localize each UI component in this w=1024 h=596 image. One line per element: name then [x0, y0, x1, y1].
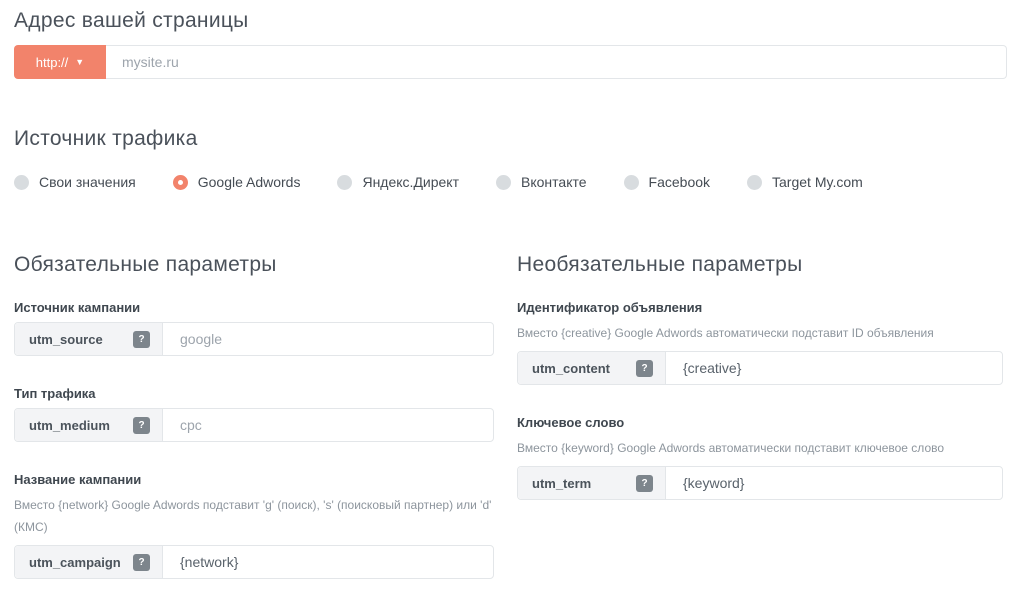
- radio-option-target-my-com[interactable]: Target My.com: [747, 174, 863, 190]
- help-icon[interactable]: ?: [133, 554, 150, 571]
- radio-option-custom-values[interactable]: Свои значения: [14, 174, 136, 190]
- field-hint: Вместо {creative} Google Adwords автомат…: [517, 322, 1003, 344]
- page-url-title: Адрес вашей страницы: [14, 8, 1007, 33]
- radio-icon[interactable]: [747, 175, 762, 190]
- radio-option-yandex-direct[interactable]: Яндекс.Директ: [337, 174, 459, 190]
- radio-icon[interactable]: [624, 175, 639, 190]
- url-input-group: http:// ▼: [14, 45, 1007, 79]
- protocol-dropdown-button[interactable]: http:// ▼: [14, 45, 106, 79]
- utm-term-input[interactable]: [666, 467, 1002, 499]
- param-name: utm_campaign: [29, 555, 121, 570]
- field-utm-medium: Тип трафика utm_medium ?: [14, 386, 494, 442]
- param-box: utm_source ?: [15, 323, 163, 355]
- param-box: utm_medium ?: [15, 409, 163, 441]
- parameters-columns: Обязательные параметры Источник кампании…: [14, 252, 1007, 579]
- traffic-source-options: Свои значения Google Adwords Яндекс.Дире…: [14, 174, 1007, 190]
- radio-label: Target My.com: [772, 174, 863, 190]
- param-box: utm_term ?: [518, 467, 666, 499]
- utm-medium-input[interactable]: [163, 409, 493, 441]
- param-name: utm_content: [532, 361, 610, 376]
- radio-icon[interactable]: [173, 175, 188, 190]
- utm-builder-page: Адрес вашей страницы http:// ▼ Источник …: [0, 0, 1024, 579]
- field-utm-campaign: Название кампании Вместо {network} Googl…: [14, 472, 494, 579]
- field-utm-source: Источник кампании utm_source ?: [14, 300, 494, 356]
- radio-label: Facebook: [649, 174, 710, 190]
- utm-content-input[interactable]: [666, 352, 1002, 384]
- site-url-input[interactable]: [106, 45, 1007, 79]
- traffic-source-title: Источник трафика: [14, 126, 1007, 151]
- field-label: Идентификатор объявления: [517, 300, 1003, 315]
- field-hint: Вместо {network} Google Adwords подстави…: [14, 494, 494, 538]
- param-name: utm_source: [29, 332, 103, 347]
- field-label: Ключевое слово: [517, 415, 1003, 430]
- field-label: Название кампании: [14, 472, 494, 487]
- protocol-label: http://: [36, 55, 69, 70]
- radio-option-google-adwords[interactable]: Google Adwords: [173, 174, 301, 190]
- utm-campaign-input[interactable]: [163, 546, 493, 578]
- param-name: utm_term: [532, 476, 591, 491]
- optional-parameters-column: Необязательные параметры Идентификатор о…: [517, 252, 1003, 579]
- chevron-down-icon: ▼: [75, 58, 84, 67]
- field-label: Источник кампании: [14, 300, 494, 315]
- radio-option-facebook[interactable]: Facebook: [624, 174, 710, 190]
- radio-label: Google Adwords: [198, 174, 301, 190]
- radio-icon[interactable]: [14, 175, 29, 190]
- radio-icon[interactable]: [337, 175, 352, 190]
- help-icon[interactable]: ?: [636, 360, 653, 377]
- param-box: utm_campaign ?: [15, 546, 163, 578]
- help-icon[interactable]: ?: [133, 331, 150, 348]
- utm-medium-input-group: utm_medium ?: [14, 408, 494, 442]
- radio-label: Яндекс.Директ: [362, 174, 459, 190]
- utm-term-input-group: utm_term ?: [517, 466, 1003, 500]
- help-icon[interactable]: ?: [636, 475, 653, 492]
- radio-option-vkontakte[interactable]: Вконтакте: [496, 174, 587, 190]
- field-utm-content: Идентификатор объявления Вместо {creativ…: [517, 300, 1003, 385]
- field-utm-term: Ключевое слово Вместо {keyword} Google A…: [517, 415, 1003, 500]
- radio-icon[interactable]: [496, 175, 511, 190]
- utm-campaign-input-group: utm_campaign ?: [14, 545, 494, 579]
- utm-source-input-group: utm_source ?: [14, 322, 494, 356]
- help-icon[interactable]: ?: [133, 417, 150, 434]
- required-parameters-title: Обязательные параметры: [14, 252, 494, 277]
- radio-label: Свои значения: [39, 174, 136, 190]
- utm-content-input-group: utm_content ?: [517, 351, 1003, 385]
- radio-label: Вконтакте: [521, 174, 587, 190]
- param-name: utm_medium: [29, 418, 110, 433]
- param-box: utm_content ?: [518, 352, 666, 384]
- field-label: Тип трафика: [14, 386, 494, 401]
- utm-source-input[interactable]: [163, 323, 493, 355]
- optional-parameters-title: Необязательные параметры: [517, 252, 1003, 277]
- required-parameters-column: Обязательные параметры Источник кампании…: [14, 252, 494, 579]
- field-hint: Вместо {keyword} Google Adwords автомати…: [517, 437, 1003, 459]
